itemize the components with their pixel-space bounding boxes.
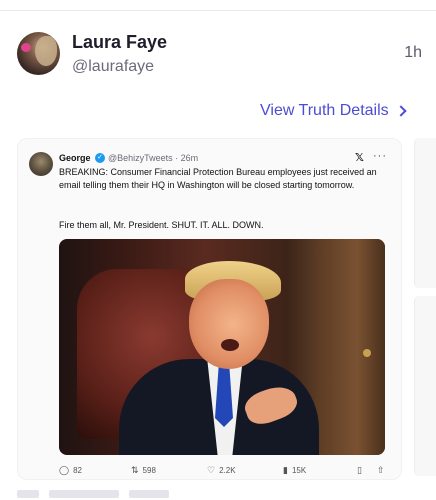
bottom-strip-seg-2 xyxy=(49,490,119,498)
tweet-text-2: Fire them all, Mr. President. SHUT. IT. … xyxy=(59,220,264,230)
comment-icon: ◯ xyxy=(59,465,70,475)
embedded-tweet-card[interactable]: George ✓ @BehizyTweets · 26m 𝕏 ··· BREAK… xyxy=(17,138,402,480)
next-card-peek[interactable] xyxy=(414,138,436,288)
tweet-actions: ◯ 82 ⇅ 598 ♡ 2.2K ▮ 15K ▯ ⇧ xyxy=(59,465,389,479)
share-action[interactable]: ⇧ xyxy=(377,465,385,475)
views-count: 15K xyxy=(291,465,307,475)
more-options-icon: ··· xyxy=(373,150,387,162)
share-icon: ⇧ xyxy=(377,465,385,475)
post-header: Laura Faye @laurafaye 1h xyxy=(17,30,422,80)
bottom-action-strip xyxy=(17,490,422,500)
bookmark-action[interactable]: ▯ xyxy=(357,465,362,475)
next-card-peek-2[interactable] xyxy=(414,296,436,476)
photo-door xyxy=(315,239,385,455)
avatar-decoration xyxy=(21,43,31,52)
tweet-photo xyxy=(59,239,385,455)
author-name[interactable]: Laura Faye xyxy=(72,32,167,53)
bookmark-icon: ▯ xyxy=(357,465,362,475)
repost-icon: ⇅ xyxy=(131,465,139,475)
views-icon: ▮ xyxy=(283,465,288,475)
tweet-avatar xyxy=(29,152,53,176)
author-handle[interactable]: @laurafaye xyxy=(72,58,154,76)
top-divider xyxy=(0,10,436,11)
reply-count: 82 xyxy=(73,465,82,475)
tweet-text: BREAKING: Consumer Financial Protection … xyxy=(59,167,377,190)
tweet-handle-time: @BehizyTweets · 26m xyxy=(108,153,199,163)
views-action[interactable]: ▮ 15K xyxy=(283,465,306,475)
avatar[interactable] xyxy=(17,32,60,75)
like-action[interactable]: ♡ 2.2K xyxy=(207,465,236,475)
view-truth-details-link[interactable]: View Truth Details xyxy=(260,102,407,120)
verified-badge-icon: ✓ xyxy=(95,153,105,163)
bottom-strip-seg-3 xyxy=(129,490,169,498)
bottom-strip-seg-1 xyxy=(17,490,39,498)
avatar-hair xyxy=(35,36,57,66)
heart-icon: ♡ xyxy=(207,465,216,475)
repost-count: 598 xyxy=(142,465,156,475)
like-count: 2.2K xyxy=(219,465,236,475)
repost-action[interactable]: ⇅ 598 xyxy=(131,465,156,475)
x-logo-icon: 𝕏 xyxy=(355,152,364,164)
photo-mouth xyxy=(221,339,239,351)
chevron-right-icon xyxy=(394,105,407,117)
tweet-author-name: George xyxy=(59,153,91,163)
photo-door-knob xyxy=(363,349,371,357)
view-truth-details-label: View Truth Details xyxy=(260,102,389,119)
reply-action[interactable]: ◯ 82 xyxy=(59,465,82,475)
post-time: 1h xyxy=(404,44,422,61)
photo-face xyxy=(189,279,269,369)
